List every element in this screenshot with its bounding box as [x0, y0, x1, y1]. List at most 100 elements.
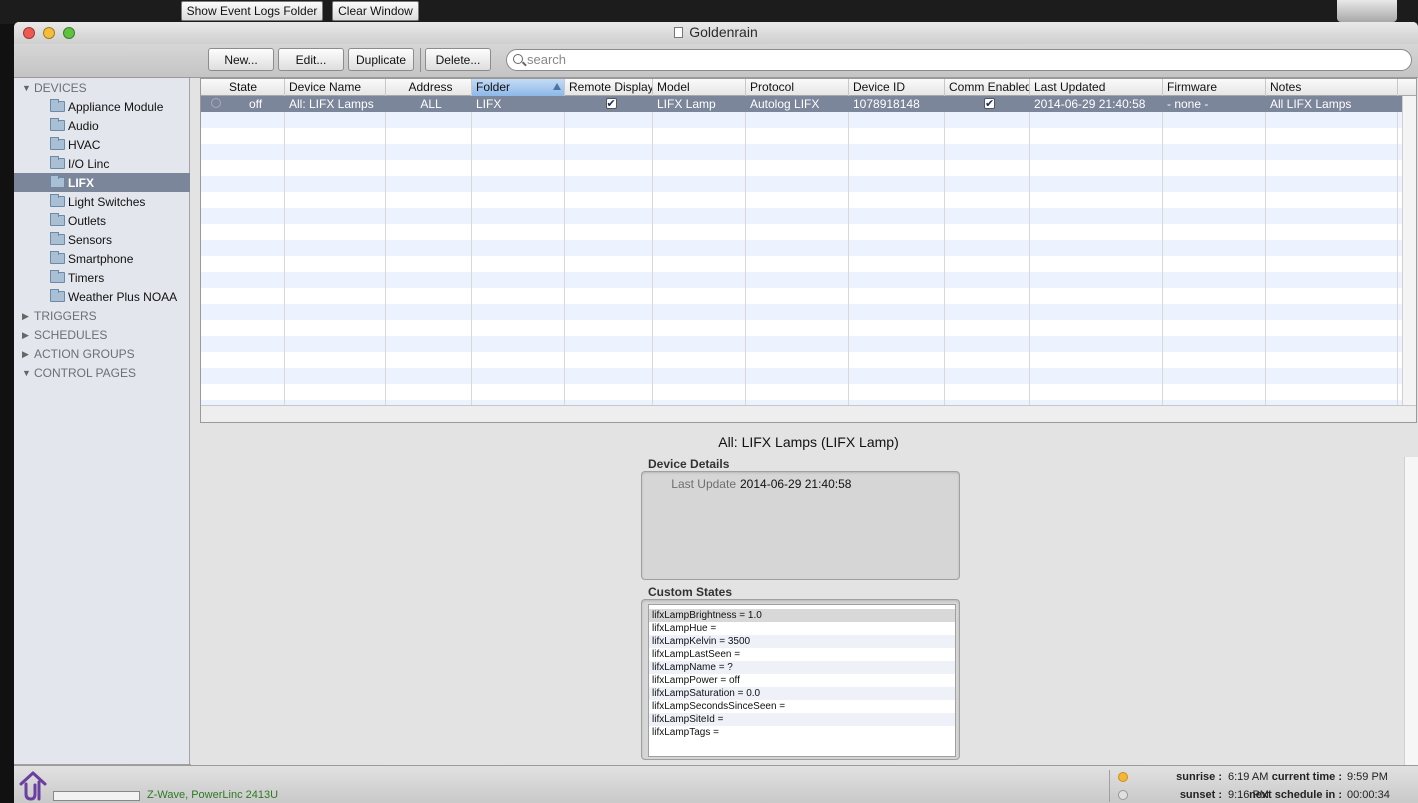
title-bar: Goldenrain	[14, 22, 1418, 44]
cell-firmware: - none -	[1167, 97, 1209, 111]
zoom-icon[interactable]	[63, 27, 75, 39]
next-schedule-value: 00:00:34	[1347, 789, 1390, 801]
list-item[interactable]: lifxLampTags =	[649, 726, 955, 739]
search-placeholder: search	[527, 52, 567, 67]
edit-button[interactable]: Edit...	[278, 48, 344, 71]
column-header-device-id[interactable]: Device ID	[849, 79, 945, 96]
column-header-comm-enabled[interactable]: Comm Enabled	[945, 79, 1030, 96]
list-item[interactable]: lifxLampPower = off	[649, 674, 955, 687]
folder-icon	[50, 289, 65, 302]
category-triggers[interactable]: ▶ TRIGGERS	[22, 308, 97, 324]
cell-notes: All LIFX Lamps	[1270, 97, 1352, 111]
drive-icon	[1337, 0, 1397, 22]
new-button[interactable]: New...	[208, 48, 274, 71]
folder-icon	[50, 213, 65, 226]
cell-address: ALL	[420, 97, 442, 111]
next-schedule-label: next schedule in :	[1249, 789, 1342, 801]
column-header-model[interactable]: Model	[653, 79, 746, 96]
empty-table-row	[201, 176, 1416, 192]
column-header-remote-display[interactable]: Remote Display	[565, 79, 653, 96]
column-header-protocol[interactable]: Protocol	[746, 79, 849, 96]
sidebar-item-audio[interactable]: Audio	[14, 116, 190, 135]
duplicate-button[interactable]: Duplicate	[348, 48, 414, 71]
cell-protocol: Autolog LIFX	[750, 97, 820, 111]
search-icon	[513, 54, 523, 64]
search-input[interactable]: search	[506, 49, 1412, 71]
sidebar-item-outlets[interactable]: Outlets	[14, 211, 190, 230]
device-table: State Device Name Address Folder Remote …	[200, 78, 1417, 423]
clear-window-button[interactable]: Clear Window	[332, 1, 419, 21]
disclosure-open-icon: ▼	[22, 83, 31, 93]
show-event-logs-button[interactable]: Show Event Logs Folder	[181, 1, 323, 21]
folder-icon	[50, 232, 65, 245]
interface-status: Z-Wave, PowerLinc 2413U	[147, 789, 279, 801]
detail-vertical-scrollbar[interactable]	[1404, 457, 1418, 765]
folder-icon	[50, 156, 65, 169]
sunrise-label: sunrise :	[1176, 771, 1222, 783]
list-item[interactable]: lifxLampSaturation = 0.0	[649, 687, 955, 700]
table-row[interactable]: off All: LIFX Lamps ALL LIFX LIFX Lamp A…	[201, 96, 1416, 112]
list-item[interactable]: lifxLampSecondsSinceSeen =	[649, 700, 955, 713]
document-icon	[674, 27, 684, 38]
sidebar-item-io-linc[interactable]: I/O Linc	[14, 154, 190, 173]
last-update-key: Last Update	[671, 477, 736, 491]
list-item[interactable]: lifxLampName = ?	[649, 661, 955, 674]
list-item[interactable]: lifxLampLastSeen =	[649, 648, 955, 661]
detail-title: All: LIFX Lamps (LIFX Lamp)	[718, 434, 899, 450]
cell-device-name: All: LIFX Lamps	[289, 97, 374, 111]
main-window: Goldenrain New... Edit... Duplicate Dele…	[14, 22, 1418, 803]
cell-model: LIFX Lamp	[657, 97, 716, 111]
minimize-icon[interactable]	[43, 27, 55, 39]
sidebar-item-light-switches[interactable]: Light Switches	[14, 192, 190, 211]
column-header-state[interactable]: State	[201, 79, 285, 96]
custom-states-list[interactable]: lifxLampBrightness = 1.0 lifxLampHue = l…	[648, 604, 956, 757]
comm-enabled-checkbox[interactable]	[945, 96, 1030, 112]
empty-table-row	[201, 208, 1416, 224]
sidebar-item-timers[interactable]: Timers	[14, 268, 190, 287]
progress-bar	[53, 791, 140, 801]
list-item[interactable]: lifxLampBrightness = 1.0	[649, 609, 955, 622]
device-details-label: Device Details	[648, 457, 730, 471]
table-horizontal-scrollbar[interactable]	[201, 405, 1416, 422]
sidebar-item-smartphone[interactable]: Smartphone	[14, 249, 190, 268]
empty-table-row	[201, 192, 1416, 208]
column-header-notes[interactable]: Notes	[1266, 79, 1398, 96]
sidebar-item-weather-plus-noaa[interactable]: Weather Plus NOAA	[14, 287, 190, 306]
sidebar: ▼ DEVICES Appliance Module Audio HVAC I/O…	[14, 78, 190, 765]
column-header-device-name[interactable]: Device Name	[285, 79, 386, 96]
category-devices[interactable]: ▼ DEVICES	[22, 80, 87, 96]
status-bar: Z-Wave, PowerLinc 2413U sunrise : 6:19 A…	[14, 765, 1418, 803]
empty-table-row	[201, 384, 1416, 400]
list-item[interactable]: lifxLampHue =	[649, 622, 955, 635]
empty-table-row	[201, 288, 1416, 304]
list-item[interactable]: lifxLampKelvin = 3500	[649, 635, 955, 648]
table-vertical-scrollbar[interactable]	[1402, 96, 1416, 407]
sidebar-item-sensors[interactable]: Sensors	[14, 230, 190, 249]
column-header-address[interactable]: Address	[386, 79, 472, 96]
folder-icon	[50, 251, 65, 264]
column-header-folder[interactable]: Folder	[472, 79, 565, 96]
sidebar-item-lifx[interactable]: LIFX	[14, 173, 190, 192]
sidebar-item-hvac[interactable]: HVAC	[14, 135, 190, 154]
cell-last-updated: 2014-06-29 21:40:58	[1034, 97, 1146, 111]
toolbar-separator	[420, 48, 421, 72]
column-header-last-updated[interactable]: Last Updated	[1030, 79, 1163, 96]
empty-table-row	[201, 272, 1416, 288]
sidebar-item-appliance-module[interactable]: Appliance Module	[14, 97, 190, 116]
empty-table-row	[201, 320, 1416, 336]
close-icon[interactable]	[23, 27, 35, 39]
remote-display-checkbox[interactable]	[565, 96, 653, 112]
folder-icon	[50, 118, 65, 131]
delete-button[interactable]: Delete...	[425, 48, 491, 71]
sort-ascending-icon	[553, 83, 561, 90]
category-action-groups[interactable]: ▶ ACTION GROUPS	[22, 346, 135, 362]
folder-icon	[50, 137, 65, 150]
sun-icon	[1118, 772, 1128, 782]
list-item[interactable]: lifxLampSiteId =	[649, 713, 955, 726]
app-logo-icon	[19, 771, 47, 801]
category-control-pages[interactable]: ▼ CONTROL PAGES	[22, 365, 136, 381]
category-schedules[interactable]: ▶ SCHEDULES	[22, 327, 107, 343]
column-header-firmware[interactable]: Firmware	[1163, 79, 1266, 96]
cell-folder: LIFX	[476, 97, 502, 111]
current-time-value: 9:59 PM	[1347, 771, 1388, 783]
